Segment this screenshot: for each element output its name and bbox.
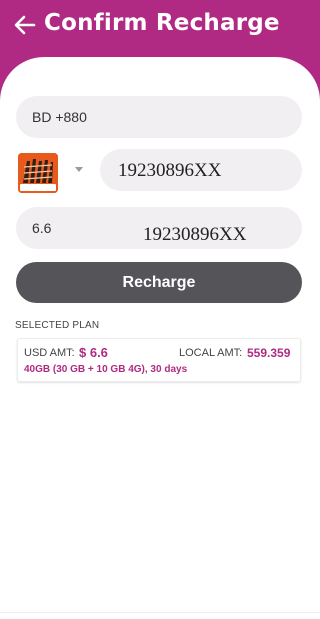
- local-amount-value: 559.359: [247, 346, 291, 360]
- amount-field-phone-number: 19230896XX: [143, 224, 247, 245]
- back-button[interactable]: [12, 12, 38, 38]
- amount-value: 6.6: [32, 220, 52, 236]
- phone-number-field[interactable]: 19230896XX: [100, 149, 302, 191]
- local-amount-label: LOCAL AMT:: [179, 347, 243, 359]
- amount-field[interactable]: 6.6 19230896XX: [16, 207, 302, 249]
- arrow-left-icon: [14, 15, 36, 35]
- recharge-button[interactable]: Recharge: [16, 262, 302, 303]
- usd-amount-value: $ 6.6: [79, 345, 108, 360]
- page-title: Confirm Recharge: [44, 10, 280, 36]
- caret-down-icon[interactable]: [75, 167, 83, 172]
- phone-number-value: 19230896XX: [118, 160, 222, 181]
- bottom-divider: [0, 612, 320, 613]
- operator-brand-strip: [20, 184, 56, 191]
- country-code-value: BD +880: [32, 109, 87, 125]
- selected-plan-label: SELECTED PLAN: [15, 320, 100, 331]
- selected-plan-card[interactable]: USD AMT: $ 6.6 LOCAL AMT: 559.359 40GB (…: [17, 338, 301, 382]
- plan-description: 40GB (30 GB + 10 GB 4G), 30 days: [24, 364, 188, 375]
- country-code-field[interactable]: BD +880: [16, 96, 302, 138]
- usd-amount-label: USD AMT:: [24, 347, 75, 359]
- operator-logo-icon[interactable]: [18, 153, 58, 193]
